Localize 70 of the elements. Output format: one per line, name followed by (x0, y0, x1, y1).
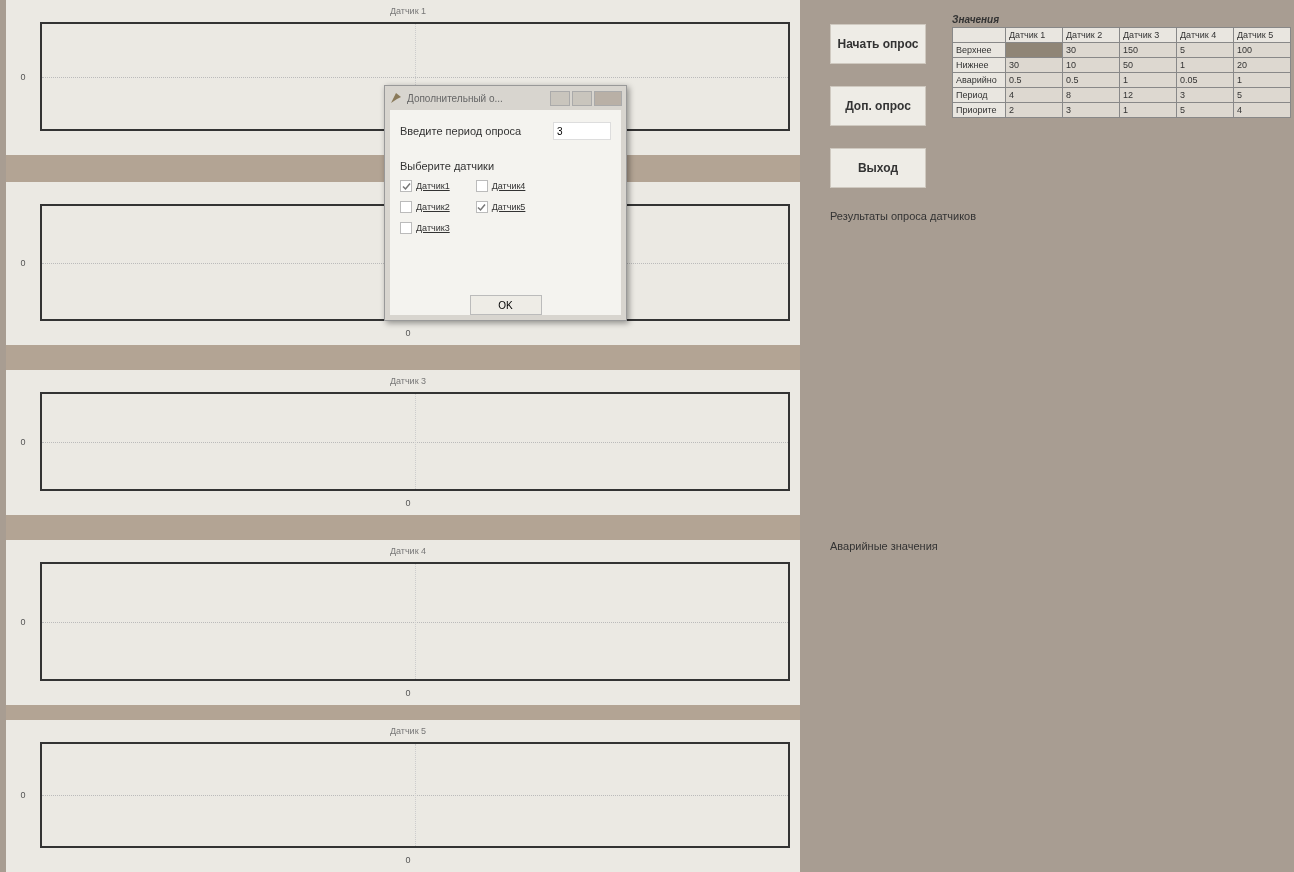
column-header: Датчик 2 (1062, 27, 1120, 43)
checkbox[interactable] (475, 180, 488, 192)
maximize-button[interactable] (572, 90, 592, 106)
table-cell[interactable]: 3 (1062, 102, 1120, 118)
chart-title: Датчик 3 (389, 376, 427, 386)
table-corner (952, 27, 1006, 43)
checkbox[interactable] (400, 222, 412, 234)
y-tick-label: 0 (19, 257, 27, 268)
table-cell[interactable]: 30 (1062, 42, 1120, 58)
checkbox[interactable] (400, 201, 412, 213)
table-cell[interactable]: 5 (1233, 87, 1291, 103)
action-button[interactable]: Выход (830, 148, 926, 188)
sensor-checkbox[interactable]: Датчик2 (400, 199, 450, 215)
sensor-checkbox[interactable]: Датчик4 (475, 178, 526, 194)
x-tick-label: 0 (405, 688, 411, 698)
action-button[interactable]: Доп. опрос (830, 86, 926, 126)
close-button[interactable] (594, 90, 622, 106)
sensor-checkbox[interactable]: Датчик1 (400, 178, 450, 194)
x-tick-label: 0 (405, 498, 411, 508)
dialog-title: Дополнительный о... (407, 92, 503, 104)
table-cell[interactable]: 1 (1119, 102, 1177, 118)
alarm-label: Аварийные значения (830, 540, 939, 552)
minimize-button[interactable] (550, 90, 570, 106)
sensors-label: Выберите датчики (400, 160, 496, 172)
table-cell[interactable]: 4 (1233, 102, 1291, 118)
column-header: Датчик 4 (1176, 27, 1234, 43)
column-header: Датчик 3 (1119, 27, 1177, 43)
check-icon (477, 202, 487, 212)
table-cell[interactable]: 150 (1119, 42, 1177, 58)
table-cell[interactable]: 4 (1005, 87, 1063, 103)
table-cell[interactable]: 0.5 (1005, 72, 1063, 88)
y-tick-label: 0 (19, 71, 27, 82)
table-cell[interactable]: 10 (1062, 57, 1120, 73)
period-label: Введите период опроса (400, 125, 522, 137)
checkbox[interactable] (475, 201, 488, 213)
chart-title: Датчик 1 (389, 6, 427, 16)
period-field[interactable]: 3 (553, 122, 611, 140)
table-cell[interactable]: 20 (1233, 57, 1291, 73)
table-cell[interactable]: 50 (1119, 57, 1177, 73)
table-cell[interactable]: 8 (1062, 87, 1120, 103)
column-header: Датчик 1 (1005, 27, 1063, 43)
table-cell[interactable]: 5 (1176, 42, 1234, 58)
sensor-checkbox[interactable]: Датчик3 (400, 220, 450, 236)
table-cell[interactable]: 5 (1176, 102, 1234, 118)
table-cell[interactable]: 30 (1005, 57, 1063, 73)
table-title: Значения (952, 14, 1001, 25)
checkbox[interactable] (400, 180, 412, 192)
sensor-checkbox[interactable]: Датчик5 (475, 199, 526, 215)
table-cell[interactable]: 0.5 (1062, 72, 1120, 88)
table-cell[interactable]: 100 (1233, 42, 1291, 58)
table-cell[interactable]: 0.05 (1176, 72, 1234, 88)
table-cell[interactable]: 1 (1233, 72, 1291, 88)
action-button[interactable]: Начать опрос (830, 24, 926, 64)
y-tick-label: 0 (19, 790, 27, 800)
table-cell[interactable]: 1 (1119, 72, 1177, 88)
ok-button[interactable]: OK (469, 295, 542, 315)
results-label: Результаты опроса датчиков (830, 210, 978, 222)
chart-title: Датчик 4 (389, 546, 427, 556)
y-tick-label: 0 (19, 436, 27, 447)
table-cell[interactable]: 2 (1005, 102, 1063, 118)
check-icon (401, 181, 411, 191)
app-icon (389, 91, 403, 105)
x-tick-label: 0 (405, 328, 411, 338)
x-tick-label: 0 (405, 855, 411, 865)
y-tick-label: 0 (19, 616, 27, 627)
table-cell[interactable]: 3 (1176, 87, 1234, 103)
chart-title: Датчик 5 (389, 726, 427, 736)
column-header: Датчик 5 (1233, 27, 1291, 43)
table-cell[interactable]: 1 (1176, 57, 1234, 73)
table-cell[interactable]: 12 (1119, 87, 1177, 103)
